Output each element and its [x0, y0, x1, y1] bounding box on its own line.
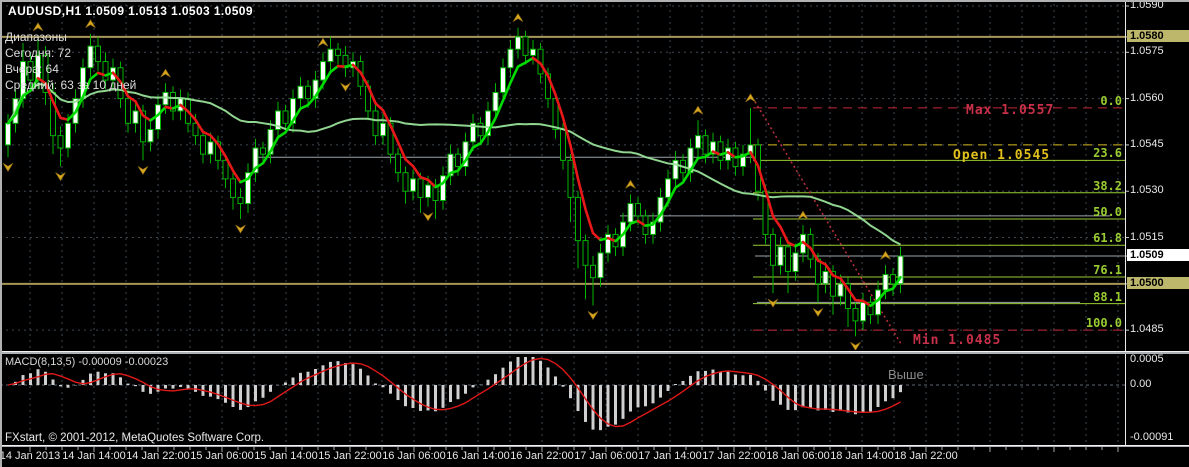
fractal-up-arrow — [160, 68, 171, 78]
price-tick-label: 1.0560 — [1130, 91, 1164, 104]
fib-level-label: 76.1 — [1093, 263, 1122, 277]
fractal-down-arrow — [850, 342, 861, 350]
price-tick-label: 1.0515 — [1130, 230, 1164, 243]
price-tick-label: 1.0545 — [1130, 137, 1164, 150]
fractal-down-arrow — [767, 298, 779, 308]
copyright-text: FXstart, © 2001-2012, MetaQuotes Softwar… — [5, 432, 265, 444]
fractal-down-arrow — [235, 224, 246, 234]
fractal-up-arrow — [745, 93, 756, 103]
fractal-up-arrow — [317, 37, 329, 47]
fractal-down-arrow — [422, 212, 434, 222]
price-tick-label: 1.0485 — [1130, 323, 1164, 336]
fib-level-label: 100.0 — [1085, 316, 1122, 331]
fractal-down-arrow — [340, 82, 351, 92]
chart-canvas[interactable] — [0, 0, 1189, 467]
level-price-badge: 1.0500 — [1127, 276, 1189, 289]
price-tick-label: 1.0530 — [1130, 184, 1164, 197]
current-price-badge: 1.0509 — [1127, 249, 1189, 262]
macd-tick-label: 0.00 — [1130, 378, 1152, 390]
mt4-chart-window: AUDUSD,H1 1.0509 1.0513 1.0503 1.0509 Ди… — [0, 0, 1189, 467]
range-info-header: Диапазоны — [5, 30, 67, 44]
level-price-badge: 1.0580 — [1127, 29, 1189, 42]
range-info-average: Средний: 63 за 10 дней — [5, 78, 137, 92]
fractal-up-arrow — [797, 210, 809, 220]
fib-level-label: 61.8 — [1093, 231, 1122, 246]
fractal-up-arrow — [625, 179, 636, 189]
axis-separator-line — [1125, 0, 1126, 447]
fractal-down-arrow — [587, 311, 599, 321]
fractal-up-arrow — [512, 13, 524, 22]
time-axis-label: 18 Jan 22:00 — [894, 450, 958, 462]
price-tick-label: 1.0575 — [1130, 45, 1164, 58]
pane-separator[interactable] — [0, 351, 1189, 354]
min-level-label: Min 1.0485 — [913, 333, 1002, 348]
range-info-yesterday: Вчера: 64 — [5, 62, 59, 76]
fractal-down-arrow — [55, 172, 66, 182]
fib-level-label: 0.0 — [1100, 93, 1122, 108]
max-level-label: Max 1.0557 — [966, 103, 1055, 118]
macd-indicator-label: MACD(8,13,5) -0.00009 -0.00023 — [5, 356, 169, 368]
fib-level-label: 38.2 — [1093, 178, 1122, 193]
macd-tick-label: -0.00091 — [1130, 431, 1174, 443]
fib-level-label: 23.6 — [1093, 146, 1122, 161]
fractal-up-arrow — [880, 250, 891, 260]
fib-level-label: 50.0 — [1093, 205, 1122, 219]
window-frame-left — [0, 0, 2, 467]
fractal-down-arrow — [137, 166, 149, 175]
fractal-down-arrow — [812, 308, 824, 317]
macd-tick-label: 0.0005 — [1130, 353, 1164, 365]
window-frame-top — [0, 0, 1189, 2]
range-info-today: Сегодня: 72 — [5, 46, 72, 60]
symbol-ohlc-title: AUDUSD,H1 1.0509 1.0513 1.0503 1.0509 — [8, 4, 253, 18]
open-level-label: Open 1.0545 — [953, 148, 1051, 163]
macd-note-label: Выше — [888, 367, 924, 382]
timeaxis-separator[interactable] — [0, 445, 1189, 447]
fractal-down-arrow — [2, 163, 14, 172]
fib-level-label: 88.1 — [1093, 289, 1122, 304]
